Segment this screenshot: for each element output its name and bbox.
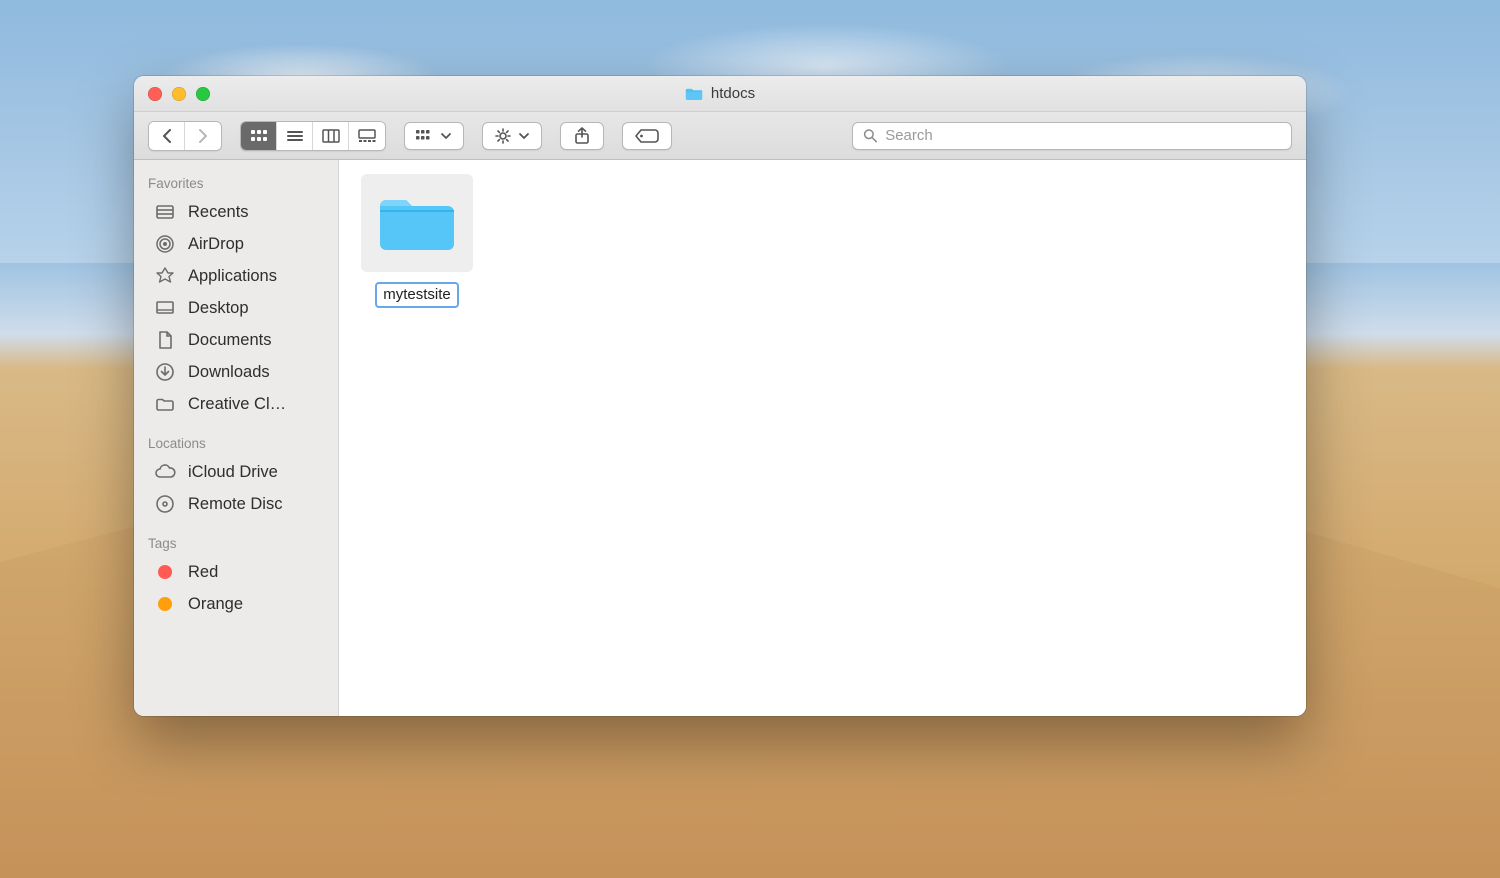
gallery-icon <box>358 129 376 143</box>
sidebar: Favorites Recents AirDrop Applications <box>134 160 339 716</box>
share-icon <box>574 127 590 145</box>
desktop-icon <box>154 297 176 319</box>
view-icons-button[interactable] <box>241 122 277 150</box>
chevron-down-icon <box>518 130 530 142</box>
sidebar-item-label: Orange <box>188 595 243 614</box>
toolbar <box>134 112 1306 160</box>
list-icon <box>286 129 304 143</box>
sidebar-item-remote-disc[interactable]: Remote Disc <box>134 488 338 520</box>
sidebar-tag-red[interactable]: Red <box>134 556 338 588</box>
window-title-text: htdocs <box>711 85 755 102</box>
columns-icon <box>322 129 340 143</box>
finder-window: htdocs <box>134 76 1306 716</box>
action-button[interactable] <box>482 122 542 150</box>
sidebar-item-recents[interactable]: Recents <box>134 196 338 228</box>
icloud-icon <box>154 461 176 483</box>
sidebar-item-label: Documents <box>188 331 271 350</box>
sidebar-item-airdrop[interactable]: AirDrop <box>134 228 338 260</box>
traffic-lights <box>148 87 210 101</box>
view-mode-group <box>240 121 386 151</box>
zoom-button[interactable] <box>196 87 210 101</box>
file-item[interactable]: mytestsite <box>361 174 473 308</box>
recents-icon <box>154 201 176 223</box>
content-area[interactable]: mytestsite <box>339 160 1306 716</box>
view-gallery-button[interactable] <box>349 122 385 150</box>
tag-dot-icon <box>154 561 176 583</box>
search-icon <box>863 128 877 143</box>
folder-icon <box>376 192 458 254</box>
folder-icon <box>154 393 176 415</box>
sidebar-item-label: Downloads <box>188 363 270 382</box>
tag-color <box>158 565 172 579</box>
sidebar-item-label: AirDrop <box>188 235 244 254</box>
chevron-down-icon <box>440 130 452 142</box>
airdrop-icon <box>154 233 176 255</box>
nav-buttons <box>148 121 222 151</box>
sidebar-item-label: Applications <box>188 267 277 286</box>
close-button[interactable] <box>148 87 162 101</box>
search-input[interactable] <box>885 127 1281 144</box>
documents-icon <box>154 329 176 351</box>
sidebar-item-documents[interactable]: Documents <box>134 324 338 356</box>
sidebar-item-label: Red <box>188 563 218 582</box>
sidebar-item-label: Recents <box>188 203 249 222</box>
disc-icon <box>154 493 176 515</box>
sidebar-item-creative-cloud[interactable]: Creative Cl… <box>134 388 338 420</box>
sidebar-item-icloud[interactable]: iCloud Drive <box>134 456 338 488</box>
titlebar: htdocs <box>134 76 1306 112</box>
gear-icon <box>494 128 512 144</box>
downloads-icon <box>154 361 176 383</box>
grid-icon <box>250 129 268 143</box>
tags-button[interactable] <box>622 122 672 150</box>
sidebar-item-label: Desktop <box>188 299 249 318</box>
tag-dot-icon <box>154 593 176 615</box>
tag-icon <box>634 128 660 144</box>
sidebar-item-label: Creative Cl… <box>188 395 286 414</box>
window-title: htdocs <box>685 85 755 102</box>
sidebar-item-downloads[interactable]: Downloads <box>134 356 338 388</box>
tag-color <box>158 597 172 611</box>
file-thumbnail[interactable] <box>361 174 473 272</box>
sidebar-item-label: iCloud Drive <box>188 463 278 482</box>
sidebar-item-desktop[interactable]: Desktop <box>134 292 338 324</box>
group-icon <box>416 129 434 143</box>
sidebar-item-label: Remote Disc <box>188 495 282 514</box>
view-columns-button[interactable] <box>313 122 349 150</box>
folder-icon <box>685 87 703 101</box>
sidebar-heading-locations: Locations <box>134 430 338 456</box>
sidebar-heading-tags: Tags <box>134 530 338 556</box>
window-body: Favorites Recents AirDrop Applications <box>134 160 1306 716</box>
share-button[interactable] <box>560 122 604 150</box>
sidebar-item-applications[interactable]: Applications <box>134 260 338 292</box>
forward-button[interactable] <box>185 122 221 150</box>
minimize-button[interactable] <box>172 87 186 101</box>
view-list-button[interactable] <box>277 122 313 150</box>
search-field[interactable] <box>852 122 1292 150</box>
sidebar-tag-orange[interactable]: Orange <box>134 588 338 620</box>
group-by-button[interactable] <box>404 122 464 150</box>
file-name-editing[interactable]: mytestsite <box>375 282 459 308</box>
sidebar-heading-favorites: Favorites <box>134 170 338 196</box>
back-button[interactable] <box>149 122 185 150</box>
applications-icon <box>154 265 176 287</box>
